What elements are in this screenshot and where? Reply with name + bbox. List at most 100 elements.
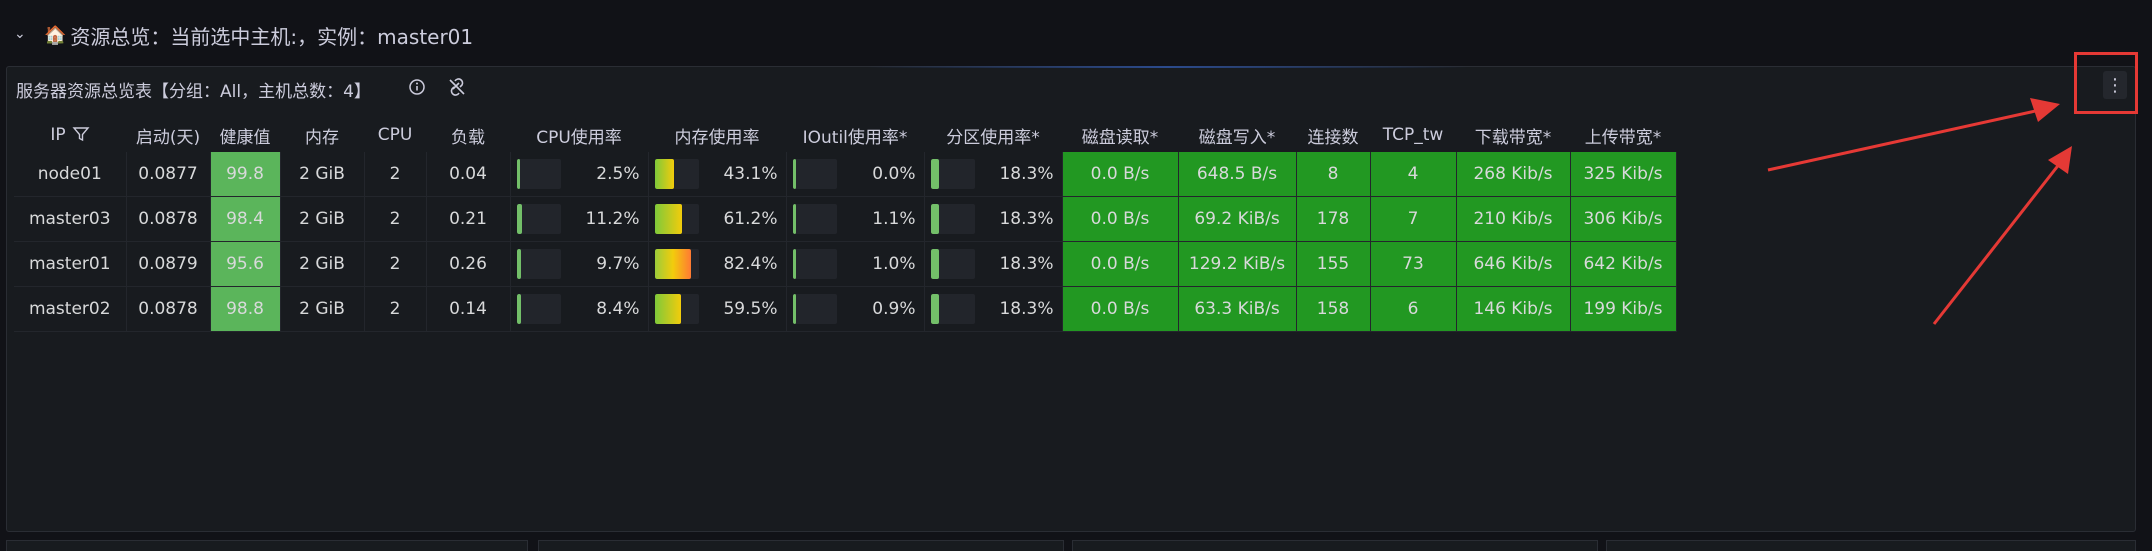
bar-gauge-fill [792, 159, 796, 189]
house-emoji-icon: 🏠 [44, 25, 67, 46]
cell-mem[interactable]: 2 GiB [280, 196, 365, 242]
filter-icon[interactable] [72, 126, 90, 142]
cell-ip: node01 [14, 152, 127, 197]
cell-up: 199 Kib/s [1570, 286, 1677, 332]
bar-gauge-value: 18.3% [999, 164, 1054, 184]
cell-conn: 158 [1296, 286, 1371, 332]
column-header[interactable]: 健康值 [210, 118, 280, 152]
bar-gauge-value: 0.0% [872, 164, 916, 184]
column-header[interactable]: 分区使用率* [924, 118, 1062, 152]
cell-cpu-pct: 11.2% [510, 196, 649, 242]
cell-mem-pct: 61.2% [648, 196, 787, 242]
column-header-label: 分区使用率* [946, 127, 1040, 148]
bar-gauge-value: 61.2% [723, 209, 778, 229]
column-header-label: 启动(天) [135, 127, 201, 148]
cell-tcp-tw: 4 [1370, 152, 1457, 197]
column-header[interactable]: 内存 [280, 118, 364, 152]
next-panel-3 [1072, 540, 1598, 551]
column-header[interactable]: 启动(天) [126, 118, 210, 152]
column-header[interactable]: 负载 [426, 118, 510, 152]
bar-gauge [930, 294, 975, 324]
column-header[interactable]: TCP_tw [1370, 118, 1456, 152]
column-header[interactable]: 磁盘写入* [1178, 118, 1296, 152]
bar-gauge-fill [516, 204, 522, 234]
column-header-label: IP [50, 125, 66, 145]
column-header[interactable]: 磁盘读取* [1062, 118, 1178, 152]
column-header-label: 内存 [305, 127, 339, 148]
cell-mem[interactable]: 2 GiB [280, 152, 365, 197]
bar-gauge [930, 159, 975, 189]
cell-cpu-pct: 9.7% [510, 241, 649, 287]
bar-gauge-fill [930, 249, 939, 279]
column-header[interactable]: 下载带宽* [1456, 118, 1570, 152]
column-header[interactable]: CPU使用率 [510, 118, 648, 152]
column-header-label: CPU [377, 125, 413, 145]
cell-ip: master02 [14, 286, 127, 332]
bar-gauge-value: 18.3% [999, 254, 1054, 274]
bar-gauge [516, 294, 561, 324]
unlink-icon[interactable] [445, 75, 469, 99]
bar-gauge [654, 249, 699, 279]
bar-gauge-value: 43.1% [723, 164, 778, 184]
cell-cpu[interactable]: 2 [364, 196, 427, 242]
column-header[interactable]: IP [14, 118, 126, 152]
cell-cpu[interactable]: 2 [364, 286, 427, 332]
cell-up: 325 Kib/s [1570, 152, 1677, 197]
bar-gauge [654, 294, 699, 324]
cell-up: 642 Kib/s [1570, 241, 1677, 287]
cell-disk-write: 63.3 KiB/s [1178, 286, 1297, 332]
column-header[interactable]: IOutil使用率* [786, 118, 924, 152]
column-header[interactable]: 上传带宽* [1570, 118, 1676, 152]
bar-gauge-value: 11.2% [585, 209, 640, 229]
bar-gauge [654, 159, 699, 189]
cell-uptime: 0.0878 [126, 196, 211, 242]
row-title[interactable]: 🏠 资源总览：当前选中主机:，实例：master01 [44, 21, 473, 50]
cell-part-pct: 18.3% [924, 152, 1063, 197]
cell-uptime: 0.0878 [126, 286, 211, 332]
column-header[interactable]: CPU [364, 118, 426, 152]
bar-gauge-fill [654, 159, 674, 189]
bar-gauge [792, 159, 837, 189]
cell-io-pct: 0.0% [786, 152, 925, 197]
cell-mem-pct: 43.1% [648, 152, 787, 197]
table-row[interactable]: master02 0.0878 98.8 2 GiB 2 0.14 8.4% 59.5% 0.9… [14, 286, 1677, 332]
cell-disk-read: 0.0 B/s [1062, 241, 1179, 287]
column-header[interactable]: 连接数 [1296, 118, 1370, 152]
cell-io-pct: 0.9% [786, 286, 925, 332]
bar-gauge-value: 9.7% [596, 254, 640, 274]
cell-health: 95.6 [210, 241, 281, 287]
panel-loading-accent [867, 66, 1467, 68]
bar-gauge [516, 204, 561, 234]
column-header-label: 磁盘读取* [1081, 127, 1159, 148]
bar-gauge-value: 82.4% [723, 254, 778, 274]
bar-gauge [654, 204, 699, 234]
bar-gauge-fill [792, 294, 796, 324]
cell-load: 0.14 [426, 286, 511, 332]
bar-gauge-value: 8.4% [596, 299, 640, 319]
column-header-label: 上传带宽* [1584, 127, 1662, 148]
bar-gauge [792, 249, 837, 279]
chevron-down-icon[interactable]: ⌄ [14, 26, 26, 42]
table-row[interactable]: master01 0.0879 95.6 2 GiB 2 0.26 9.7% 82.4% 1.0… [14, 241, 1677, 287]
cell-cpu[interactable]: 2 [364, 152, 427, 197]
next-panel-4 [1606, 540, 2136, 551]
table-row[interactable]: node01 0.0877 99.8 2 GiB 2 0.04 2.5% 43.1% 0.0% 1… [14, 152, 1677, 197]
column-header[interactable]: 内存使用率 [648, 118, 786, 152]
row-header[interactable]: ⌄ 🏠 资源总览：当前选中主机:，实例：master01 [0, 0, 2152, 64]
table-row[interactable]: master03 0.0878 98.4 2 GiB 2 0.21 11.2% 61.2% 1.… [14, 196, 1677, 242]
cell-cpu[interactable]: 2 [364, 241, 427, 287]
cell-down: 210 Kib/s [1456, 196, 1571, 242]
cell-part-pct: 18.3% [924, 196, 1063, 242]
next-panel-2 [538, 540, 1064, 551]
info-icon[interactable] [405, 75, 429, 99]
cell-down: 646 Kib/s [1456, 241, 1571, 287]
cell-load: 0.21 [426, 196, 511, 242]
cell-conn: 8 [1296, 152, 1371, 197]
cell-cpu-pct: 2.5% [510, 152, 649, 197]
cell-mem[interactable]: 2 GiB [280, 286, 365, 332]
panel-title: 服务器资源总览表【分组：All，主机总数：4】 [16, 82, 371, 102]
cell-health: 99.8 [210, 152, 281, 197]
cell-mem[interactable]: 2 GiB [280, 241, 365, 287]
cell-part-pct: 18.3% [924, 286, 1063, 332]
bar-gauge-fill [930, 294, 939, 324]
